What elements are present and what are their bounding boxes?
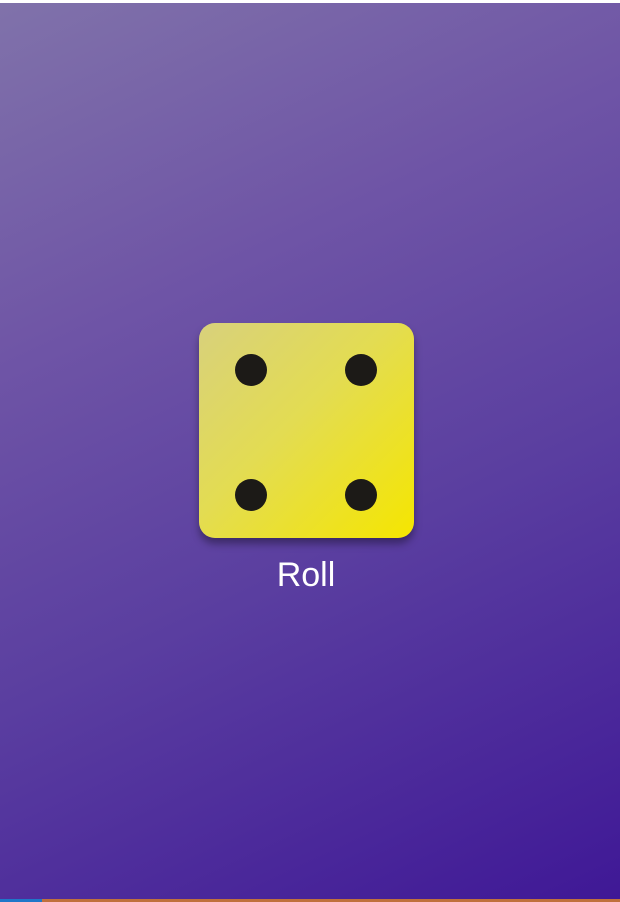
die-pip-bottom-left xyxy=(235,479,267,511)
die-pip-top-right xyxy=(345,354,377,386)
dice-roller-screen: Roll xyxy=(0,3,620,899)
dice-face[interactable] xyxy=(199,323,414,538)
die-pip-bottom-right xyxy=(345,479,377,511)
roll-button[interactable]: Roll xyxy=(0,555,612,595)
die-pip-top-left xyxy=(235,354,267,386)
